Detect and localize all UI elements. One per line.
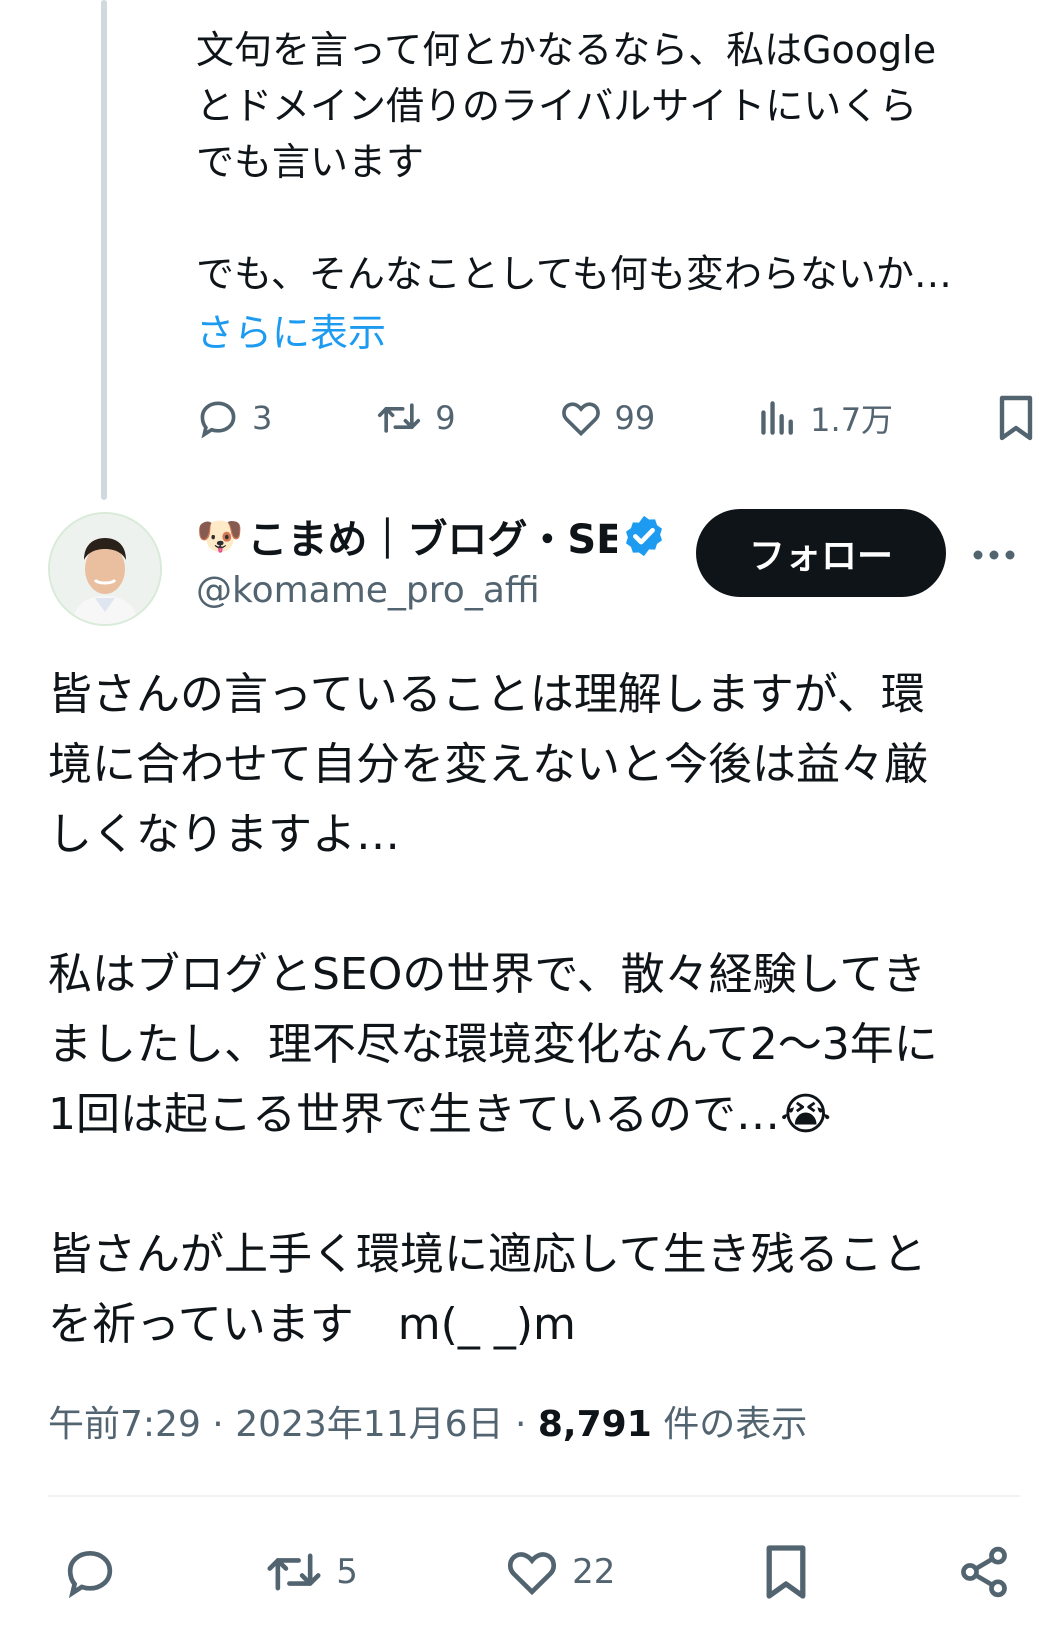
parent-tweet-text: 文句を言って何とかなるなら、私はGoogle とドメイン借りのライバルサイトにい… bbox=[196, 28, 952, 296]
meta-separator: · bbox=[212, 1404, 236, 1445]
thread-line bbox=[101, 0, 107, 500]
bookmark-button[interactable] bbox=[996, 394, 1036, 442]
tweet-date[interactable]: 2023年11月6日 bbox=[235, 1404, 503, 1445]
like-button[interactable]: 99 bbox=[559, 396, 656, 440]
parent-tweet-actions: 3 9 99 1.7万 bbox=[196, 390, 1036, 446]
view-count: 1.7万 bbox=[810, 401, 894, 439]
tweet-text: 皆さんの言っていることは理解しますが、環 境に合わせて自分を変えないと今後は益々… bbox=[48, 669, 938, 1350]
reply-count: 3 bbox=[252, 399, 273, 437]
bookmark-icon bbox=[999, 395, 1033, 441]
retweet-icon bbox=[378, 403, 421, 433]
retweet-count: 9 bbox=[435, 399, 456, 437]
bookmark-button[interactable] bbox=[762, 1543, 810, 1601]
retweet-count: 5 bbox=[336, 1552, 358, 1592]
like-button[interactable]: 22 bbox=[504, 1544, 615, 1600]
share-icon bbox=[961, 1546, 1007, 1598]
tweet-time[interactable]: 午前7:29 bbox=[48, 1404, 201, 1445]
dog-emoji: 🐶 bbox=[196, 513, 244, 558]
author-handle[interactable]: @komame_pro_affi bbox=[196, 570, 540, 611]
reply-icon bbox=[67, 1550, 113, 1599]
like-count: 22 bbox=[572, 1552, 616, 1592]
divider bbox=[48, 1495, 1020, 1497]
view-total: 8,791 bbox=[537, 1404, 652, 1445]
tweet-actions: 5 22 bbox=[62, 1540, 1012, 1604]
like-icon bbox=[561, 402, 600, 437]
tweet-meta: 午前7:29 · 2023年11月6日 · 8,791 件の表示 bbox=[48, 1395, 807, 1447]
avatar-image bbox=[50, 514, 160, 624]
retweet-icon bbox=[267, 1553, 321, 1591]
meta-separator: · bbox=[514, 1404, 538, 1445]
display-name[interactable]: こまめ｜ブログ・SEO bbox=[247, 507, 617, 565]
views-icon bbox=[761, 401, 794, 435]
follow-button[interactable]: フォロー bbox=[696, 509, 946, 597]
bookmark-icon bbox=[766, 1545, 806, 1599]
more-icon[interactable] bbox=[970, 540, 1018, 570]
share-button[interactable] bbox=[956, 1544, 1012, 1600]
view-total-label: 件の表示 bbox=[663, 1404, 808, 1445]
retweet-button[interactable]: 9 bbox=[375, 396, 456, 440]
verified-icon bbox=[626, 515, 663, 557]
retweet-button[interactable]: 5 bbox=[264, 1544, 358, 1600]
reply-icon bbox=[200, 401, 236, 439]
author-name-row[interactable]: 🐶 こまめ｜ブログ・SEO bbox=[196, 508, 667, 564]
like-count: 99 bbox=[614, 399, 656, 437]
reply-button[interactable]: 3 bbox=[196, 396, 272, 440]
avatar[interactable] bbox=[48, 512, 162, 626]
views-button[interactable]: 1.7万 bbox=[758, 395, 893, 441]
like-icon bbox=[508, 1552, 557, 1596]
show-more-link[interactable]: さらに表示 bbox=[196, 302, 386, 357]
reply-button[interactable] bbox=[62, 1544, 118, 1600]
